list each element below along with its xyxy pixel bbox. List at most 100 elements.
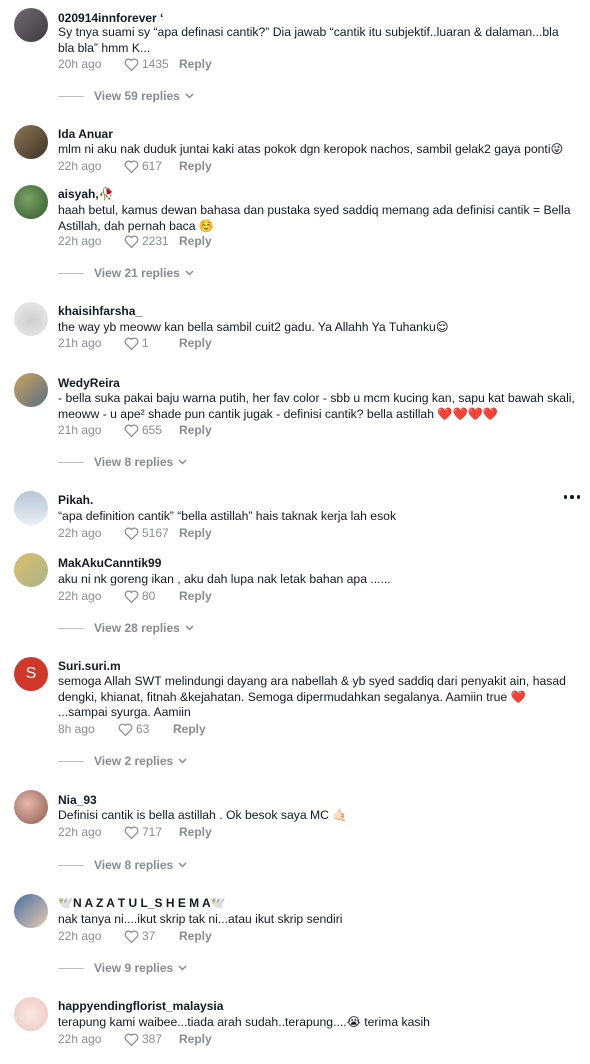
- avatar[interactable]: [14, 125, 48, 159]
- view-replies-button[interactable]: View 8 replies: [58, 454, 187, 470]
- like-count: 5167: [142, 526, 169, 540]
- view-replies-button[interactable]: View 2 replies: [58, 753, 187, 769]
- comment-time: 22h ago: [58, 234, 102, 248]
- comment-username[interactable]: Nia_93: [58, 793, 97, 807]
- divider: [58, 864, 84, 866]
- like-count: 717: [142, 825, 163, 839]
- divider: [58, 95, 84, 97]
- comment-meta: 22h ago 37 Reply: [58, 928, 212, 944]
- comment-text: semoga Allah SWT melindungi dayang ara n…: [58, 674, 566, 720]
- like-button[interactable]: 617: [124, 159, 179, 173]
- comment-meta: 22h ago 717 Reply: [58, 824, 212, 840]
- heart-icon: [124, 160, 139, 173]
- avatar[interactable]: [14, 302, 48, 336]
- view-replies-button[interactable]: View 8 replies: [58, 857, 187, 873]
- comment-time: 22h ago: [58, 1032, 102, 1046]
- view-replies-button[interactable]: View 59 replies: [58, 88, 194, 104]
- reply-button[interactable]: Reply: [179, 423, 212, 437]
- more-options-icon[interactable]: [563, 495, 580, 499]
- reply-button[interactable]: Reply: [179, 159, 212, 173]
- comment-text: Definisi cantik is bella astillah . Ok b…: [58, 808, 348, 822]
- chevron-down-icon: [185, 625, 194, 631]
- reply-button[interactable]: Reply: [173, 722, 206, 736]
- like-button[interactable]: 37: [124, 929, 179, 943]
- view-replies-button[interactable]: View 9 replies: [58, 960, 187, 976]
- comment-username[interactable]: aisyah,🥀: [58, 187, 114, 201]
- comment-meta: 8h ago 63 Reply: [58, 721, 206, 737]
- heart-icon: [124, 930, 139, 943]
- like-count: 655: [142, 423, 163, 437]
- reply-button[interactable]: Reply: [179, 1032, 212, 1046]
- like-button[interactable]: 80: [124, 589, 179, 603]
- comment-time: 21h ago: [58, 336, 102, 350]
- like-button[interactable]: 5167: [124, 526, 179, 540]
- avatar[interactable]: [14, 185, 48, 219]
- reply-button[interactable]: Reply: [179, 929, 212, 943]
- heart-icon: [124, 1033, 139, 1046]
- comment-meta: 20h ago 1435 Reply: [58, 56, 212, 72]
- view-replies-button[interactable]: View 21 replies: [58, 265, 194, 281]
- comment-meta: 22h ago 2231 Reply: [58, 233, 212, 249]
- comment-meta: 22h ago 5167 Reply: [58, 525, 212, 541]
- avatar[interactable]: [14, 894, 48, 928]
- chevron-down-icon: [178, 758, 187, 764]
- comment-time: 22h ago: [58, 526, 102, 540]
- like-button[interactable]: 1435: [124, 57, 179, 71]
- comment-meta: 22h ago 617 Reply: [58, 158, 212, 174]
- comment-meta: 21h ago 1 Reply: [58, 335, 212, 351]
- reply-button[interactable]: Reply: [179, 57, 212, 71]
- heart-icon: [124, 337, 139, 350]
- like-count: 617: [142, 159, 163, 173]
- comment-username[interactable]: MakAkuCanntik99: [58, 556, 161, 570]
- view-replies-label: View 28 replies: [94, 621, 180, 635]
- like-count: 1: [142, 336, 149, 350]
- chevron-down-icon: [178, 862, 187, 868]
- like-button[interactable]: 63: [118, 722, 173, 736]
- avatar[interactable]: [14, 373, 48, 407]
- comment-username[interactable]: WedyReira: [58, 376, 120, 390]
- like-button[interactable]: 717: [124, 825, 179, 839]
- view-replies-button[interactable]: View 28 replies: [58, 620, 194, 636]
- view-replies-label: View 21 replies: [94, 266, 180, 280]
- reply-button[interactable]: Reply: [179, 526, 212, 540]
- comment-username[interactable]: khaisihfarsha_: [58, 304, 142, 318]
- comment-time: 22h ago: [58, 825, 102, 839]
- heart-icon: [124, 527, 139, 540]
- avatar[interactable]: [14, 8, 48, 42]
- comment-time: 22h ago: [58, 589, 102, 603]
- reply-button[interactable]: Reply: [179, 589, 212, 603]
- reply-button[interactable]: Reply: [179, 234, 212, 248]
- comment-text: the way yb meoww kan bella sambil cuit2 …: [58, 320, 449, 334]
- reply-button[interactable]: Reply: [179, 336, 212, 350]
- comment-username[interactable]: 🕊️N A Z A T U L_S H E M A🕊️: [58, 896, 226, 910]
- comment-text: “apa definition cantik” “bella astillah”…: [58, 509, 397, 523]
- comment-meta: 22h ago 80 Reply: [58, 588, 212, 604]
- comment-username[interactable]: 020914innforever ʻ: [58, 11, 163, 25]
- avatar-letter: S: [25, 665, 37, 682]
- comment-text: nak tanya ni....ikut skrip tak ni...atau…: [58, 912, 343, 926]
- comment-username[interactable]: happyendingflorist_malaysia: [58, 999, 223, 1013]
- divider: [58, 967, 84, 969]
- divider: [58, 627, 84, 629]
- avatar[interactable]: S: [14, 657, 48, 691]
- comment-text: mlm ni aku nak duduk juntai kaki atas po…: [58, 142, 564, 156]
- like-count: 1435: [142, 57, 169, 71]
- like-button[interactable]: 387: [124, 1032, 179, 1046]
- chevron-down-icon: [185, 270, 194, 276]
- like-button[interactable]: 655: [124, 423, 179, 437]
- avatar[interactable]: [14, 790, 48, 824]
- view-replies-label: View 8 replies: [94, 455, 174, 469]
- avatar[interactable]: [14, 553, 48, 587]
- comment-text: terapung kami waibee...tiada arah sudah.…: [58, 1015, 430, 1029]
- comment-username[interactable]: Suri.suri.m: [58, 659, 121, 673]
- comment-username[interactable]: Pikah.: [58, 493, 93, 507]
- comment-text: - bella suka pakai baju warna putih, her…: [58, 391, 575, 421]
- comment-time: 22h ago: [58, 159, 102, 173]
- reply-button[interactable]: Reply: [179, 825, 212, 839]
- avatar[interactable]: [14, 997, 48, 1031]
- like-button[interactable]: 2231: [124, 234, 179, 248]
- avatar[interactable]: [14, 491, 48, 525]
- like-button[interactable]: 1: [124, 336, 179, 350]
- like-count: 80: [142, 589, 156, 603]
- comment-username[interactable]: Ida Anuar: [58, 127, 113, 141]
